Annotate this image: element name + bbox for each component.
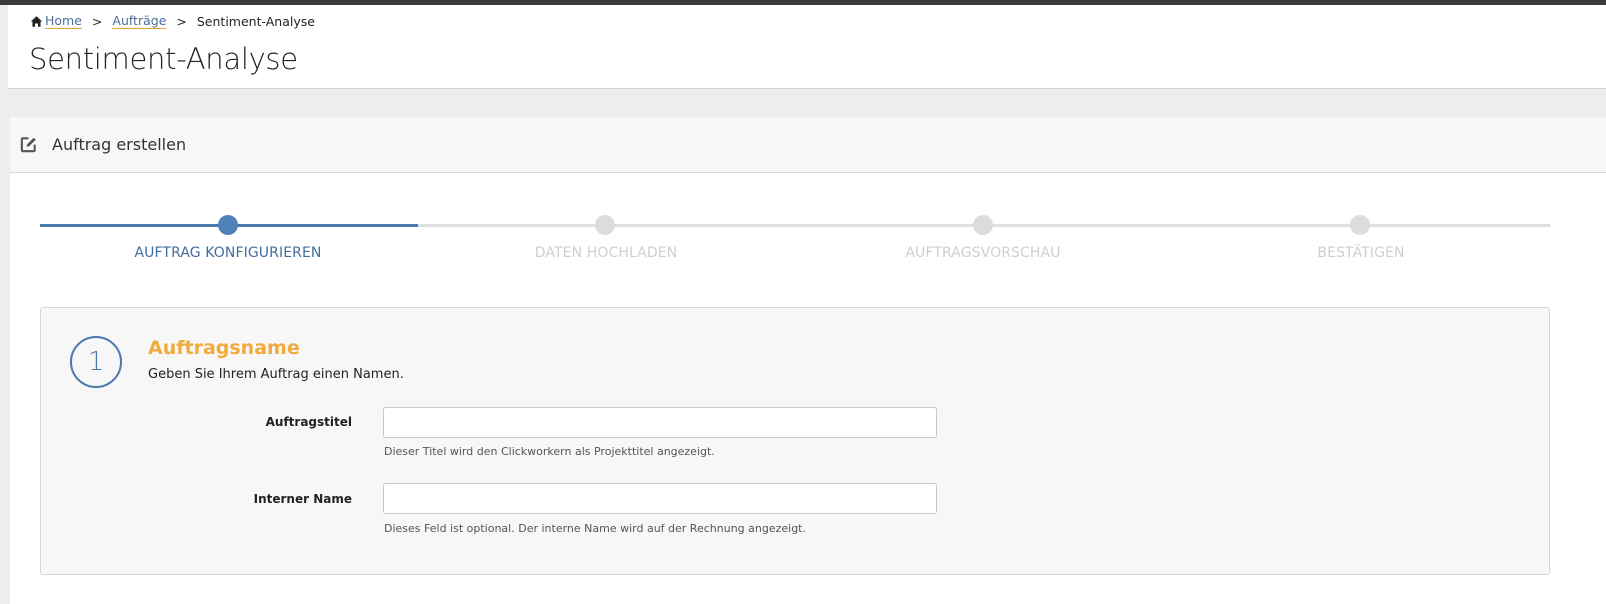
edit-icon: [20, 137, 36, 153]
breadcrumb-separator: >: [176, 14, 187, 29]
step-dot-configure: [218, 215, 238, 235]
order-name-section: 1 Auftragsname Geben Sie Ihrem Auftrag e…: [40, 307, 1550, 575]
step-dot-preview: [973, 215, 993, 235]
breadcrumb: Home > Aufträge > Sentiment-Analyse: [30, 14, 315, 29]
breadcrumb-current: Sentiment-Analyse: [196, 14, 315, 29]
panel-title: Auftrag erstellen: [52, 135, 187, 154]
internal-name-input[interactable]: [383, 483, 937, 514]
step-label-preview: AUFTRAGSVORSCHAU: [905, 245, 1061, 261]
panel-header: Auftrag erstellen: [10, 117, 1606, 173]
order-title-label: Auftragstitel: [265, 415, 352, 429]
breadcrumb-home-link[interactable]: Home: [45, 14, 82, 29]
step-label-configure[interactable]: AUFTRAG KONFIGURIEREN: [78, 245, 378, 261]
order-title-input[interactable]: [383, 407, 937, 438]
progress-stepper: AUFTRAG KONFIGURIEREN DATEN HOCHLADEN AU…: [10, 207, 1606, 267]
create-order-panel: Auftrag erstellen AUFTRAG KONFIGURIEREN …: [10, 117, 1606, 604]
section-title: Auftragsname: [148, 337, 300, 359]
breadcrumb-separator: >: [91, 14, 103, 29]
internal-name-help: Dieses Feld ist optional. Der interne Na…: [384, 522, 806, 535]
section-description: Geben Sie Ihrem Auftrag einen Namen.: [148, 367, 404, 382]
page-header: Home > Aufträge > Sentiment-Analyse Sent…: [8, 5, 1606, 89]
internal-name-label: Interner Name: [253, 492, 352, 506]
section-number-badge: 1: [70, 336, 122, 388]
home-icon[interactable]: [30, 15, 43, 28]
breadcrumb-orders-link[interactable]: Aufträge: [112, 14, 167, 29]
step-dot-confirm: [1350, 215, 1370, 235]
step-label-confirm: BESTÄTIGEN: [1317, 245, 1405, 261]
step-label-upload: DATEN HOCHLADEN: [534, 245, 678, 261]
order-title-help: Dieser Titel wird den Clickworkern als P…: [384, 445, 715, 458]
step-dot-upload: [595, 215, 615, 235]
page-title: Sentiment-Analyse: [29, 42, 298, 76]
